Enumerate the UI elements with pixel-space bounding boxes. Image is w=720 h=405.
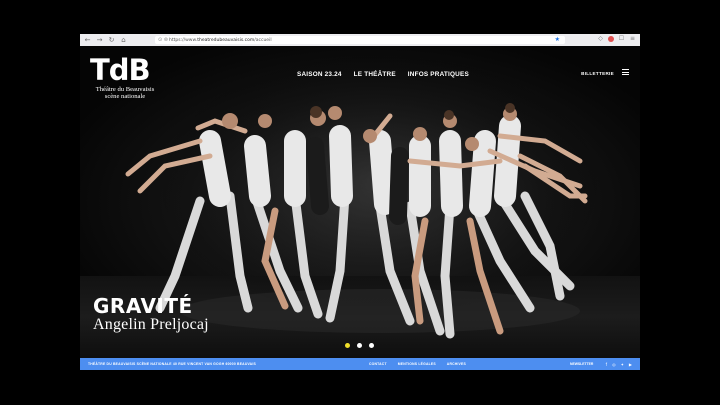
slide-dot-2[interactable] xyxy=(357,343,362,348)
browser-window: ← → ↻ ⌂ ⊙ ⊜ https://www.theatredubeauvai… xyxy=(80,34,640,370)
newsletter-link[interactable]: NEWSLETTER xyxy=(570,362,593,366)
forward-icon[interactable]: → xyxy=(95,36,104,45)
browser-toolbar: ← → ↻ ⌂ ⊙ ⊜ https://www.theatredubeauvai… xyxy=(80,34,640,46)
footer-link-archives[interactable]: ARCHIVES xyxy=(447,362,466,366)
reload-icon[interactable]: ↻ xyxy=(107,36,116,45)
facebook-icon[interactable]: f xyxy=(606,362,607,367)
lock-icon: ⊙ ⊜ xyxy=(158,37,168,43)
shield-icon[interactable]: ◇ xyxy=(597,35,604,42)
url-path: /accueil xyxy=(254,37,272,43)
browser-menu-icon[interactable]: ≡ xyxy=(629,35,636,42)
nav-le-theatre[interactable]: LE THÉÂTRE xyxy=(354,71,396,78)
hamburger-icon[interactable] xyxy=(622,69,629,75)
nav-infos-pratiques[interactable]: INFOS PRATIQUES xyxy=(408,71,469,78)
slide-dot-1[interactable] xyxy=(345,343,350,348)
back-icon[interactable]: ← xyxy=(83,36,92,45)
instagram-icon[interactable]: ◎ xyxy=(612,362,616,367)
url-domain: theatredubeauvaisis.com xyxy=(197,37,255,43)
show-author: Angelin Preljocaj xyxy=(93,316,209,333)
bookmark-star-icon[interactable]: ★ xyxy=(555,36,560,44)
footer-link-mentions[interactable]: MENTIONS LÉGALES xyxy=(398,362,436,366)
footer-links: CONTACT MENTIONS LÉGALES ARCHIVES xyxy=(369,362,466,366)
social-links: f ◎ ✦ ▶ xyxy=(606,362,632,367)
logo-subtitle-line2: scène nationale xyxy=(104,93,146,100)
site-logo[interactable]: TdB Théâtre du Beauvaisis scène national… xyxy=(90,54,170,100)
youtube-icon[interactable]: ▶ xyxy=(629,362,632,367)
twitter-icon[interactable]: ✦ xyxy=(621,362,624,367)
address-bar[interactable]: ⊙ ⊜ https://www.theatredubeauvaisis.com/… xyxy=(155,36,565,44)
footer-link-contact[interactable]: CONTACT xyxy=(369,362,387,366)
record-icon[interactable] xyxy=(608,36,614,42)
nav-saison[interactable]: SAISON 23.24 xyxy=(297,71,342,78)
slider-pagination xyxy=(345,343,374,348)
home-icon[interactable]: ⌂ xyxy=(119,36,128,45)
url-prefix: https://www. xyxy=(169,37,198,43)
url-text: https://www.theatredubeauvaisis.com/accu… xyxy=(169,38,272,43)
footer-bar: THÉÂTRE DU BEAUVAISIS SCÈNE NATIONALE 40… xyxy=(80,358,640,370)
main-nav: SAISON 23.24 LE THÉÂTRE INFOS PRATIQUES xyxy=(297,71,469,78)
hero-slider[interactable]: TdB Théâtre du Beauvaisis scène national… xyxy=(80,46,640,358)
browser-extensions: ◇ ☐ ≡ xyxy=(597,35,636,42)
extensions-icon[interactable]: ☐ xyxy=(618,35,625,42)
ticketing-link[interactable]: BILLETTERIE xyxy=(581,71,614,76)
logo-mark: TdB xyxy=(90,53,151,87)
footer-address: THÉÂTRE DU BEAUVAISIS SCÈNE NATIONALE 40… xyxy=(88,362,256,366)
show-title[interactable]: GRAVITÉ xyxy=(93,294,193,318)
slide-dot-3[interactable] xyxy=(369,343,374,348)
logo-subtitle-line1: Théâtre du Beauvaisis xyxy=(95,86,155,93)
